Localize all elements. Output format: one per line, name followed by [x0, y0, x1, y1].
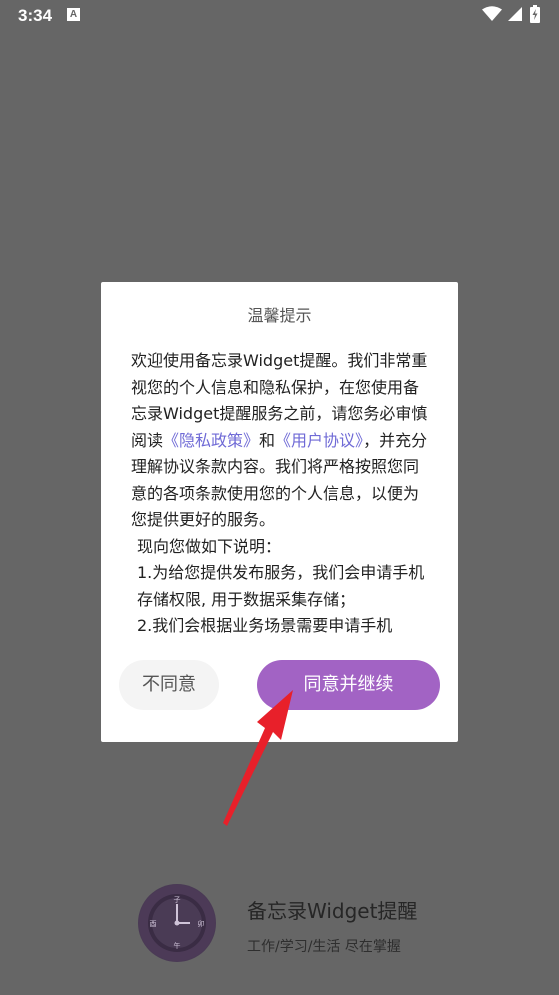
status-time: 3:34 — [18, 6, 53, 25]
logo-char-top: 子 — [174, 896, 181, 904]
disagree-button[interactable]: 不同意 — [119, 660, 219, 710]
dialog-paragraph-more: 2.我们会根据业务场景需要申请手机 — [137, 616, 393, 634]
logo-char-left: 酉 — [150, 920, 157, 928]
red-arrow-icon — [223, 690, 293, 826]
dialog-paragraph-explanation: 现向您做如下说明： — [137, 536, 282, 556]
notification-a-icon: A — [67, 8, 80, 21]
wifi-icon — [482, 6, 502, 21]
app-name: 备忘录Widget提醒 — [247, 899, 418, 923]
dialog-paragraph-storage: 1.为给您提供发布服务，我们会申请手机存储权限, 用于数据采集存储； — [137, 563, 425, 609]
app-tagline: 工作/学习/生活 尽在掌握 — [247, 939, 401, 955]
clock-logo-icon: 子 卯 午 酉 — [139, 885, 215, 961]
dialog-paragraph-intro: 欢迎使用备忘录Widget提醒。我们非常重视您的个人信息和隐私保护，在您使用备忘… — [131, 348, 431, 534]
privacy-policy-link[interactable]: 《隐私政策》 — [163, 431, 259, 450]
dialog-title: 温馨提示 — [247, 306, 312, 325]
privacy-dialog: 温馨提示 欢迎使用备忘录Widget提醒。我们非常重视您的个人信息和隐私保护，在… — [101, 282, 458, 742]
status-bar: 3:34 A — [0, 0, 559, 32]
battery-charging-icon — [530, 5, 540, 23]
screen: 3:34 A 子 卯 午 酉 备忘录Widget提醒 工作/学习/生活 尽在掌握 — [0, 0, 559, 995]
and-text: 和 — [259, 430, 276, 450]
logo-char-bottom: 午 — [174, 941, 181, 950]
signal-icon — [508, 7, 522, 21]
user-agreement-link[interactable]: 《用户协议》 — [275, 431, 363, 450]
logo-char-right: 卯 — [198, 919, 205, 928]
app-logo: 子 卯 午 酉 — [138, 884, 216, 962]
dialog-body[interactable]: 欢迎使用备忘录Widget提醒。我们非常重视您的个人信息和隐私保护，在您使用备忘… — [131, 348, 431, 634]
